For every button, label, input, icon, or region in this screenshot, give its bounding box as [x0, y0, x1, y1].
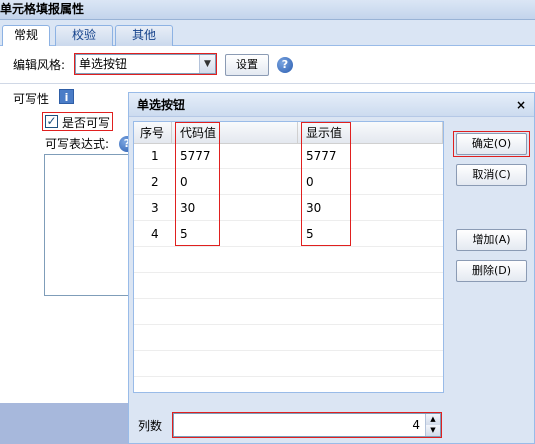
close-icon[interactable]: ×	[516, 98, 526, 112]
writable-checkbox-label: 是否可写	[62, 116, 111, 130]
table-row[interactable]: 3 30 30	[134, 196, 443, 221]
cell-display[interactable]: 5777	[306, 144, 337, 169]
cell-index: 4	[151, 227, 159, 241]
col-header-display[interactable]: 显示值	[306, 122, 342, 144]
divider	[0, 83, 535, 84]
edit-style-select[interactable]: 单选按钮 ▼	[75, 54, 216, 74]
table-row-empty	[134, 248, 443, 273]
writable-expr-label: 可写表达式:	[45, 137, 110, 151]
edit-style-label: 编辑风格:	[13, 58, 66, 72]
radio-button-dialog: 单选按钮 × 序号 代码值 显示值 1 5777 5777 2 0 0 3 30…	[128, 92, 535, 444]
cell-code[interactable]: 30	[180, 196, 195, 221]
cancel-button[interactable]: 取消(C)	[456, 164, 527, 186]
tab-validation[interactable]: 校验	[55, 25, 113, 46]
cell-index: 2	[151, 175, 159, 189]
cell-index: 1	[151, 149, 159, 163]
cell-code[interactable]: 5777	[180, 144, 211, 169]
cell-index: 3	[151, 201, 159, 215]
table-row-empty	[134, 352, 443, 377]
grid-header: 序号 代码值 显示值	[134, 122, 443, 144]
writable-label: 可写性	[13, 92, 50, 106]
cell-code[interactable]: 5	[180, 222, 188, 247]
column-divider	[442, 122, 443, 144]
dialog-title: 单选按钮	[129, 93, 534, 117]
column-divider	[297, 122, 298, 144]
help-icon[interactable]: ?	[277, 57, 293, 73]
spin-up-icon[interactable]: ▲	[425, 414, 440, 425]
table-row[interactable]: 1 5777 5777	[134, 144, 443, 169]
dialog-title-text: 单选按钮	[137, 98, 186, 112]
settings-button[interactable]: 设置	[225, 54, 269, 76]
delete-button[interactable]: 删除(D)	[456, 260, 527, 282]
cell-display[interactable]: 0	[306, 170, 314, 195]
cell-code[interactable]: 0	[180, 170, 188, 195]
col-header-code[interactable]: 代码值	[180, 122, 216, 144]
chevron-down-icon[interactable]: ▼	[199, 55, 215, 73]
cell-display[interactable]: 30	[306, 196, 321, 221]
columns-count-input[interactable]: 4 ▲ ▼	[173, 413, 441, 437]
add-button[interactable]: 增加(A)	[456, 229, 527, 251]
tab-other[interactable]: 其他	[115, 25, 173, 46]
cell-display[interactable]: 5	[306, 222, 314, 247]
tab-bar: 常规 校验 其他	[0, 20, 535, 47]
col-header-index[interactable]: 序号	[140, 122, 164, 144]
writable-checkbox[interactable]: ✓	[45, 115, 58, 128]
table-row-empty	[134, 300, 443, 325]
window-title: 单元格填报属性	[0, 0, 535, 20]
table-row[interactable]: 4 5 5	[134, 222, 443, 247]
footer-band	[0, 403, 130, 444]
spin-down-icon[interactable]: ▼	[425, 425, 440, 436]
table-row-empty	[134, 274, 443, 299]
tab-general[interactable]: 常规	[2, 25, 50, 47]
options-grid: 序号 代码值 显示值 1 5777 5777 2 0 0 3 30 30 4 5…	[133, 121, 444, 393]
columns-count-label: 列数	[138, 419, 163, 433]
ok-button[interactable]: 确定(O)	[456, 133, 527, 155]
table-row[interactable]: 2 0 0	[134, 170, 443, 195]
info-icon[interactable]: i	[59, 89, 74, 104]
column-divider	[171, 122, 172, 144]
edit-style-value: 单选按钮	[79, 57, 128, 71]
table-row-empty	[134, 326, 443, 351]
writable-expr-textarea[interactable]	[44, 154, 130, 296]
columns-count-value: 4	[412, 418, 420, 432]
